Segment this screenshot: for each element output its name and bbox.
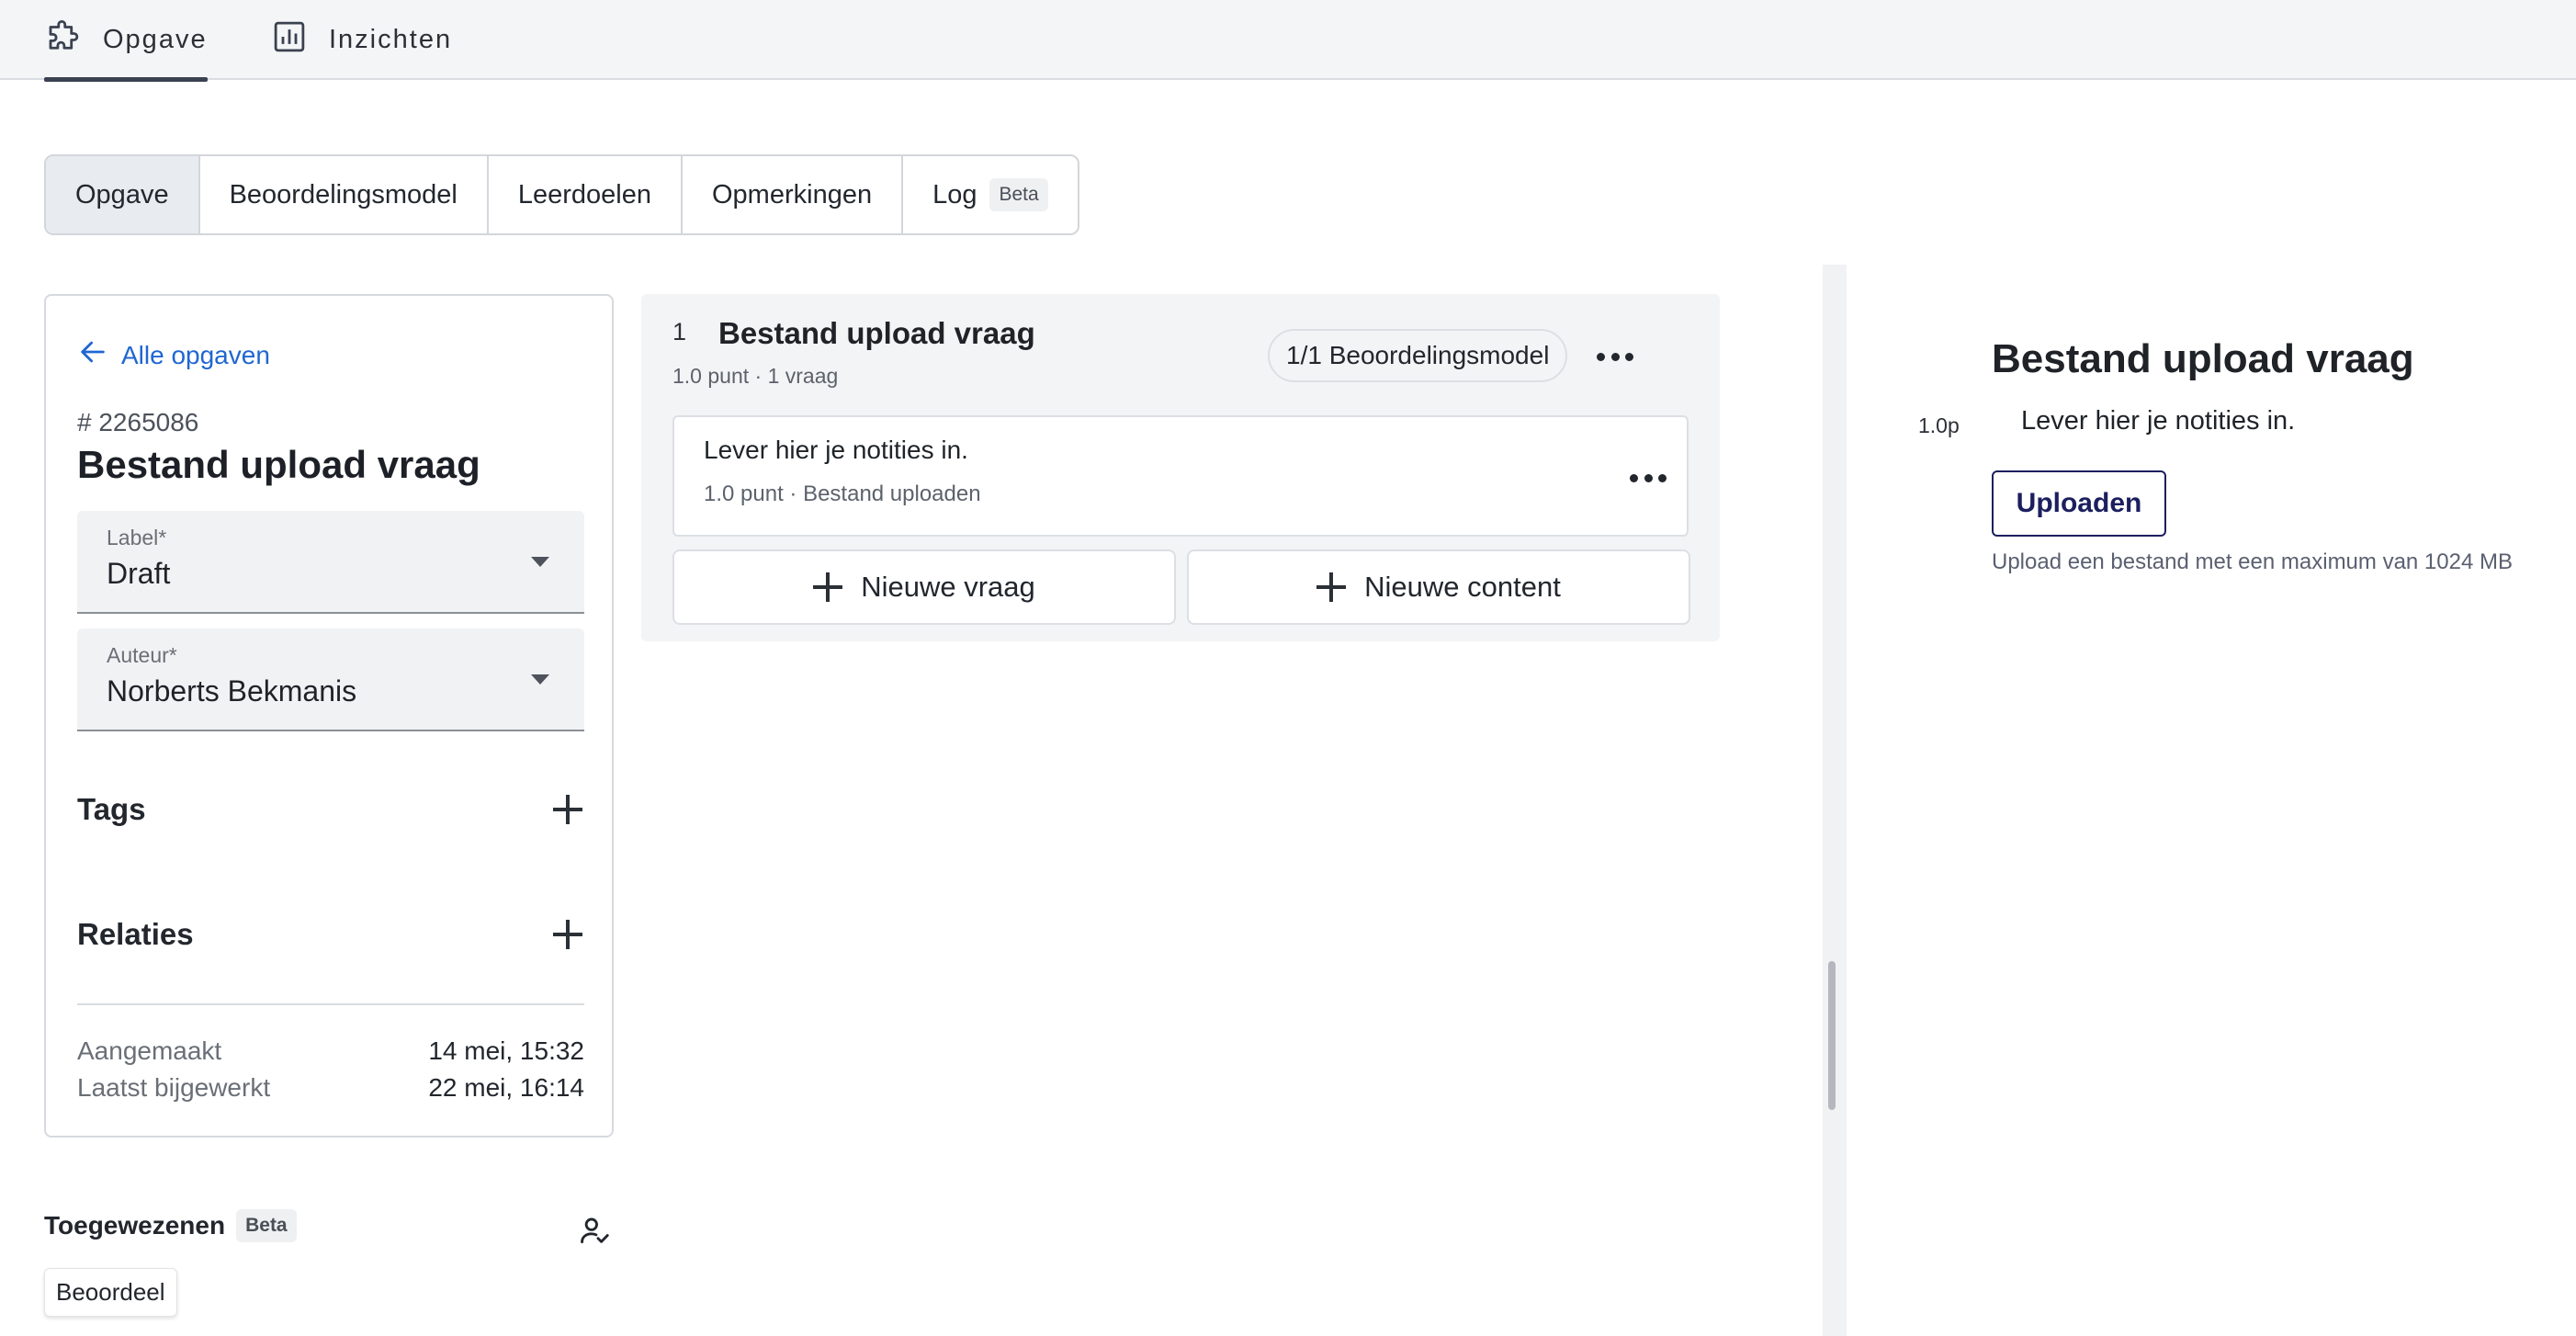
tab-opgave[interactable]: Opgave bbox=[44, 0, 208, 82]
sub-tabs: Opgave Beoordelingsmodel Leerdoelen Opme… bbox=[44, 154, 1079, 235]
subtab-opgave[interactable]: Opgave bbox=[46, 156, 200, 233]
panel-divider bbox=[1823, 265, 1847, 1336]
subtab-log-label: Log bbox=[932, 179, 977, 209]
arrow-left-icon bbox=[77, 336, 108, 374]
updated-value: 22 mei, 16:14 bbox=[428, 1073, 584, 1102]
plus-icon bbox=[1316, 572, 1347, 602]
subtab-beoordelingsmodel[interactable]: Beoordelingsmodel bbox=[200, 156, 489, 233]
tags-section: Tags bbox=[77, 792, 584, 827]
beta-badge: Beta bbox=[989, 178, 1048, 211]
new-question-label: Nieuwe vraag bbox=[861, 571, 1035, 603]
chart-icon bbox=[270, 17, 309, 63]
upload-help-text: Upload een bestand met een maximum van 1… bbox=[1992, 549, 2513, 574]
back-link-label: Alle opgaven bbox=[121, 340, 270, 369]
scrollbar-thumb[interactable] bbox=[1828, 961, 1836, 1110]
updated-row: Laatst bijgewerkt 22 mei, 16:14 bbox=[77, 1073, 584, 1103]
more-options-icon[interactable] bbox=[1597, 351, 1633, 362]
question-item-meta: 1.0 punt · Bestand uploaden bbox=[704, 481, 981, 506]
question-subtitle: 1.0 punt · 1 vraag bbox=[672, 364, 839, 388]
subtab-leerdoelen[interactable]: Leerdoelen bbox=[489, 156, 683, 233]
label-select[interactable]: Label* Draft bbox=[77, 511, 584, 614]
new-content-label: Nieuwe content bbox=[1364, 571, 1561, 603]
author-select[interactable]: Auteur* Norberts Bekmanis bbox=[77, 628, 584, 731]
question-details-card: Alle opgaven # 2265086 Bestand upload vr… bbox=[44, 294, 614, 1138]
preview-title: Bestand upload vraag bbox=[1992, 336, 2414, 381]
page-title: Bestand upload vraag bbox=[77, 443, 480, 486]
created-label: Aangemaakt bbox=[77, 1036, 222, 1065]
assigned-heading: Toegewezenen bbox=[44, 1211, 226, 1240]
subtab-log[interactable]: Log Beta bbox=[903, 156, 1078, 233]
puzzle-icon bbox=[44, 17, 83, 63]
caret-down-icon bbox=[531, 557, 549, 567]
preview-question: Lever hier je notities in. bbox=[2021, 406, 2296, 436]
more-options-icon[interactable] bbox=[1630, 472, 1666, 483]
add-relation-plus-icon[interactable] bbox=[551, 918, 584, 951]
top-navigation: Opgave Inzichten bbox=[0, 0, 2576, 82]
question-id: # 2265086 bbox=[77, 408, 199, 436]
subtab-opmerkingen[interactable]: Opmerkingen bbox=[683, 156, 904, 233]
beta-badge: Beta bbox=[236, 1209, 297, 1242]
label-select-caption: Label* bbox=[107, 526, 167, 549]
back-link[interactable]: Alle opgaven bbox=[77, 336, 270, 374]
question-item-text: Lever hier je notities in. bbox=[704, 436, 968, 464]
label-select-value: Draft bbox=[107, 557, 171, 590]
divider bbox=[77, 1003, 584, 1005]
new-content-button[interactable]: Nieuwe content bbox=[1187, 549, 1690, 625]
rubric-pill[interactable]: 1/1 Beoordelingsmodel bbox=[1268, 329, 1568, 382]
upload-button[interactable]: Uploaden bbox=[1992, 470, 2166, 537]
tab-inzichten[interactable]: Inzichten bbox=[270, 0, 452, 80]
relations-section: Relaties bbox=[77, 917, 584, 952]
author-select-value: Norberts Bekmanis bbox=[107, 674, 357, 708]
assigned-section: Toegewezenen Beta bbox=[44, 1209, 297, 1242]
question-panel: 1 Bestand upload vraag 1.0 punt · 1 vraa… bbox=[641, 294, 1720, 641]
new-question-button[interactable]: Nieuwe vraag bbox=[672, 549, 1176, 625]
plus-icon bbox=[813, 572, 843, 602]
assign-user-check-icon[interactable] bbox=[577, 1213, 612, 1248]
author-select-caption: Auteur* bbox=[107, 643, 177, 667]
relations-heading: Relaties bbox=[77, 917, 194, 951]
add-tag-plus-icon[interactable] bbox=[551, 793, 584, 826]
tab-opgave-label: Opgave bbox=[103, 25, 208, 54]
caret-down-icon bbox=[531, 674, 549, 685]
question-title: Bestand upload vraag bbox=[718, 316, 1035, 350]
created-row: Aangemaakt 14 mei, 15:32 bbox=[77, 1036, 584, 1066]
updated-label: Laatst bijgewerkt bbox=[77, 1073, 271, 1102]
preview-points: 1.0p bbox=[1918, 413, 1960, 437]
tags-heading: Tags bbox=[77, 792, 146, 826]
question-item-card[interactable]: Lever hier je notities in. 1.0 punt · Be… bbox=[672, 415, 1689, 537]
tab-inzichten-label: Inzichten bbox=[329, 25, 453, 54]
created-value: 14 mei, 15:32 bbox=[428, 1036, 584, 1065]
assignee-chip[interactable]: Beoordeel bbox=[44, 1268, 177, 1317]
question-number: 1 bbox=[672, 318, 687, 345]
